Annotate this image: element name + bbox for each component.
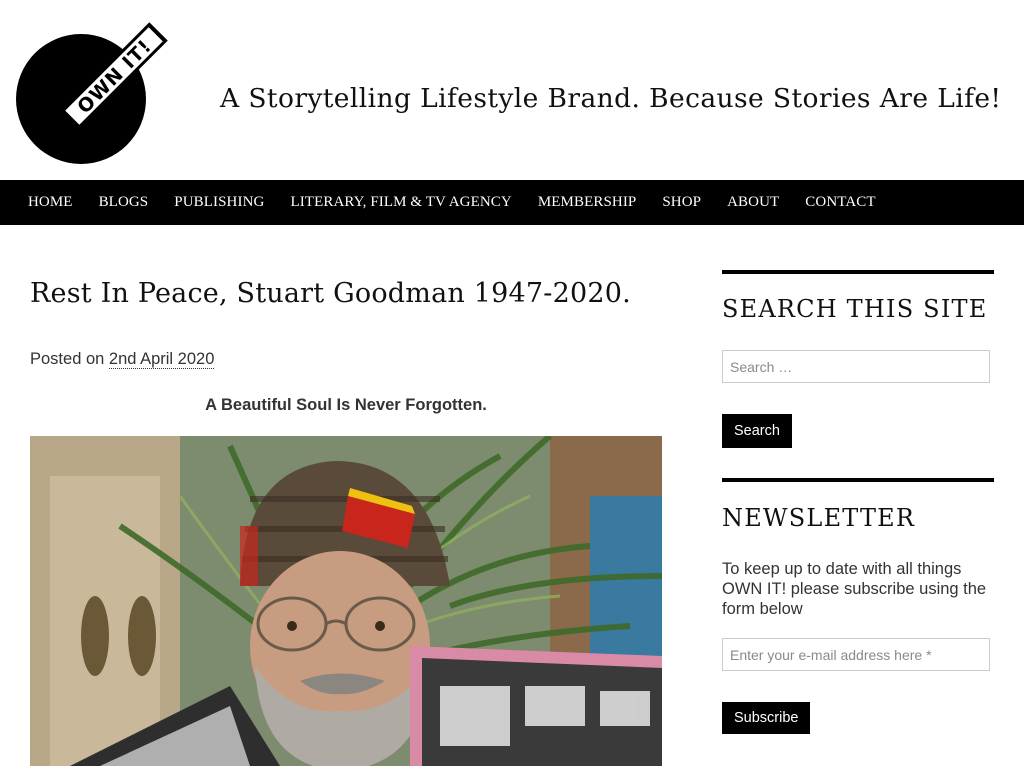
nav-item-home[interactable]: HOME [28,194,73,211]
post-subheading: A Beautiful Soul Is Never Forgotten. [205,396,487,414]
newsletter-description: To keep up to date with all things OWN I… [722,560,987,618]
posted-on-label: Posted on [30,350,109,368]
newsletter-widget-title: NEWSLETTER [722,504,916,532]
newsletter-widget-rule [722,478,994,482]
site-tagline: A Storytelling Lifestyle Brand. Because … [220,83,1002,114]
nav-item-contact[interactable]: CONTACT [805,194,875,211]
search-input[interactable] [722,350,990,383]
post-meta: Posted on 2nd April 2020 [30,350,215,369]
nav-item-shop[interactable]: SHOP [662,194,701,211]
nav-item-membership[interactable]: MEMBERSHIP [538,194,637,211]
main-navigation: HOME BLOGS PUBLISHING LITERARY, FILM & T… [0,180,1024,225]
post-title: Rest In Peace, Stuart Goodman 1947-2020. [30,278,631,309]
nav-item-blogs[interactable]: BLOGS [99,194,149,211]
newsletter-email-field[interactable] [722,638,990,671]
subscribe-button[interactable]: Subscribe [722,702,811,734]
search-widget-title: SEARCH THIS SITE [722,295,988,323]
search-widget-rule [722,270,994,274]
site-header: OWN IT! A Storytelling Lifestyle Brand. … [0,0,1024,180]
post-featured-image [30,436,662,766]
search-button[interactable]: Search [722,414,792,448]
post-date-link[interactable]: 2nd April 2020 [108,350,215,369]
own-it-logo-icon[interactable]: OWN IT! [14,14,168,166]
nav-item-agency[interactable]: LITERARY, FILM & TV AGENCY [290,194,511,211]
nav-item-about[interactable]: ABOUT [727,194,779,211]
nav-item-publishing[interactable]: PUBLISHING [174,194,264,211]
